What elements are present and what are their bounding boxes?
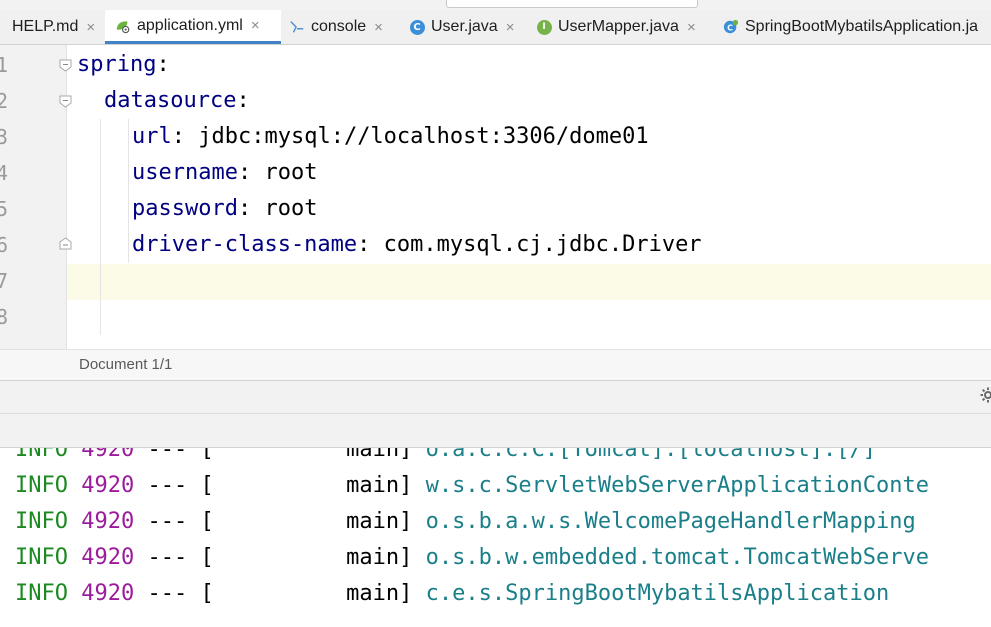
line-number: 2 [0, 89, 9, 113]
log-line: INFO 4920 --- [ main] w.s.c.ServletWebSe… [15, 473, 929, 498]
fold-collapse-icon[interactable] [59, 59, 72, 72]
breadcrumb: Document 1/1 [0, 349, 991, 380]
close-icon[interactable]: × [687, 19, 696, 36]
tab-console[interactable]: console × [283, 10, 397, 44]
code-line: password: root [132, 196, 318, 221]
class-icon: C [409, 19, 425, 35]
tab-label: HELP.md [12, 18, 79, 35]
caret-row-highlight [67, 264, 991, 300]
log-line: INFO 4920 --- [ main] o.a.c.c.C.[Tomcat]… [15, 448, 876, 462]
divider [0, 413, 991, 414]
spring-boot-class-icon: C [723, 19, 739, 35]
log-line: INFO 4920 --- [ main] c.e.s.SpringBootMy… [15, 581, 890, 606]
tab-application-yml[interactable]: application.yml × [105, 10, 281, 44]
line-number: 7 [0, 269, 9, 293]
close-icon[interactable]: × [374, 19, 383, 36]
line-number: 6 [0, 233, 9, 257]
close-icon[interactable]: × [86, 19, 95, 36]
tab-label: UserMapper.java [558, 18, 679, 35]
tab-label: console [311, 18, 367, 35]
line-number: 4 [0, 161, 9, 185]
code-line: datasource: [104, 88, 250, 113]
fold-end-icon[interactable] [59, 237, 72, 250]
tab-user-java[interactable]: C User.java × [403, 10, 528, 44]
run-tool-window-header [0, 380, 991, 448]
close-icon[interactable]: × [251, 17, 260, 34]
line-number-gutter [0, 45, 67, 349]
log-line: INFO 4920 --- [ main] o.s.b.w.embedded.t… [15, 545, 929, 570]
log-line: INFO 4920 --- [ main] o.s.b.a.w.s.Welcom… [15, 509, 916, 534]
tab-label: User.java [431, 18, 498, 35]
breadcrumb-document[interactable]: Document 1/1 [79, 356, 172, 373]
close-icon[interactable]: × [506, 19, 515, 36]
sql-console-icon [289, 19, 305, 35]
gear-icon[interactable] [980, 387, 991, 403]
editor-tab-bar: HELP.md × application.yml × console × C … [0, 10, 991, 45]
code-line: username: root [132, 160, 318, 185]
line-number: 8 [0, 305, 9, 329]
code-editor[interactable]: 1 2 3 4 5 6 7 8 spring: datasource: url:… [0, 45, 991, 349]
tab-label: SpringBootMybatilsApplication.ja [745, 18, 979, 35]
tab-springbootmybatilsapplication-java[interactable]: C SpringBootMybatilsApplication.ja [717, 10, 991, 44]
line-number: 3 [0, 125, 9, 149]
code-line: url: jdbc:mysql://localhost:3306/dome01 [132, 124, 649, 149]
spring-config-icon [115, 18, 131, 34]
console-output[interactable]: INFO 4920 --- [ main] o.a.c.c.C.[Tomcat]… [0, 448, 991, 627]
tab-usermapper-java[interactable]: I UserMapper.java × [530, 10, 715, 44]
indent-guide [128, 119, 129, 263]
code-line: spring: [77, 52, 170, 77]
interface-icon: I [536, 19, 552, 35]
run-config-selector[interactable] [446, 0, 698, 8]
fold-collapse-icon[interactable] [59, 95, 72, 108]
toolbar-fragment [0, 0, 991, 10]
svg-text:C: C [727, 24, 733, 33]
code-line: driver-class-name: com.mysql.cj.jdbc.Dri… [132, 232, 702, 257]
line-number: 1 [0, 53, 9, 77]
indent-guide [100, 119, 101, 335]
line-number: 5 [0, 197, 9, 221]
tab-label: application.yml [137, 16, 243, 34]
tab-help-md[interactable]: HELP.md × [0, 10, 104, 44]
